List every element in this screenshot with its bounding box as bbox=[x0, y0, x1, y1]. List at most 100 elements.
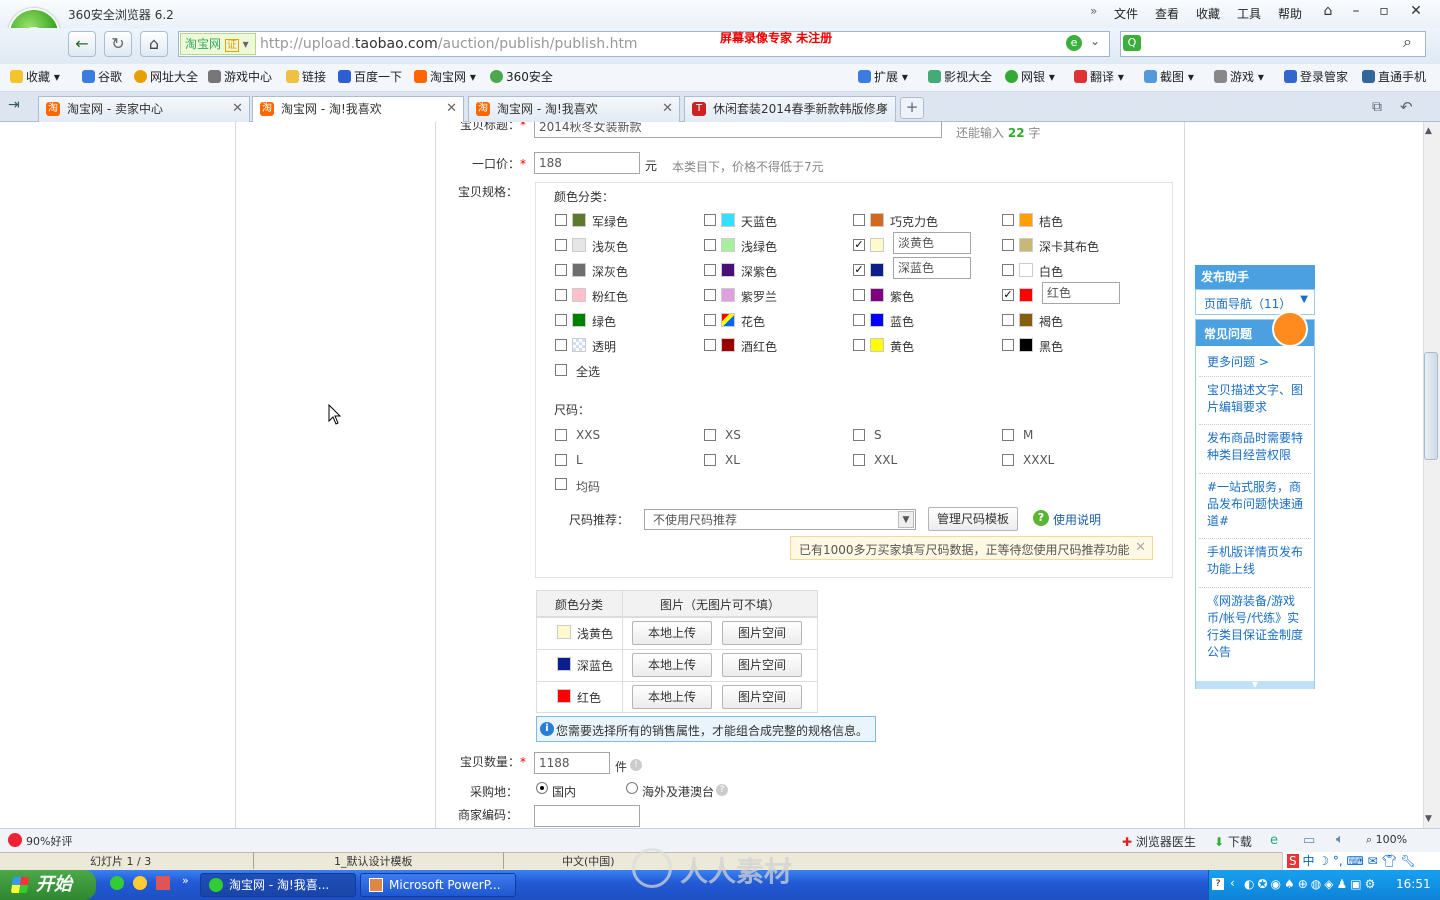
fav-phone[interactable]: 直通手机 bbox=[1362, 68, 1426, 85]
color-checkbox[interactable]: ✓ bbox=[1002, 289, 1014, 301]
help-icon[interactable]: ! bbox=[630, 759, 642, 771]
help-icon[interactable]: ? bbox=[1212, 878, 1224, 890]
fav-baidu[interactable]: 百度一下 bbox=[338, 68, 402, 85]
start-button[interactable]: 开始 bbox=[0, 870, 96, 900]
address-dropdown-icon[interactable]: ⌄ bbox=[1090, 34, 1100, 48]
color-checkbox[interactable] bbox=[704, 289, 716, 301]
refresh-button[interactable]: ↻ bbox=[104, 31, 132, 57]
scrollbar-thumb[interactable] bbox=[1424, 352, 1438, 460]
menu-view[interactable]: 查看 bbox=[1155, 5, 1179, 22]
size-checkbox[interactable] bbox=[1002, 429, 1014, 441]
faq-item[interactable]: 宝贝描述文字、图片编辑要求 bbox=[1207, 382, 1307, 416]
fav-google[interactable]: 谷歌 bbox=[82, 68, 122, 85]
fav-screenshot[interactable]: 截图 ▾ bbox=[1144, 68, 1194, 85]
tab-seller-center[interactable]: 淘淘宝网 - 卖家中心 ✕ bbox=[38, 96, 250, 122]
fav-bank[interactable]: 网银 ▾ bbox=[1005, 68, 1055, 85]
url-text[interactable]: http://upload.taobao.com/auction/publish… bbox=[260, 36, 638, 52]
color-checkbox[interactable] bbox=[555, 214, 567, 226]
local-upload-button[interactable]: 本地上传 bbox=[632, 685, 712, 709]
qty-input[interactable]: 1188 bbox=[534, 752, 610, 774]
color-checkbox[interactable]: ✓ bbox=[853, 264, 865, 276]
new-tab-button[interactable]: + bbox=[900, 97, 924, 119]
color-checkbox[interactable] bbox=[555, 314, 567, 326]
minimize-button[interactable]: – bbox=[1345, 3, 1367, 21]
local-upload-button[interactable]: 本地上传 bbox=[632, 621, 712, 645]
scroll-down-icon[interactable]: ▼ bbox=[1196, 681, 1314, 689]
scroll-down-icon[interactable]: ▼ bbox=[1425, 814, 1432, 824]
color-checkbox[interactable] bbox=[704, 339, 716, 351]
fav-extensions[interactable]: 扩展 ▾ bbox=[858, 68, 908, 85]
origin-domestic-radio[interactable] bbox=[536, 782, 548, 794]
quicklaunch-browser-icon[interactable] bbox=[110, 876, 124, 890]
close-button[interactable]: ✕ bbox=[1405, 3, 1427, 21]
size-rec-select[interactable]: 不使用尺码推荐 ▼ bbox=[644, 509, 916, 530]
helper-nav[interactable]: 页面导航（11） ▼ bbox=[1195, 289, 1315, 315]
restore-icon[interactable]: ⧉ bbox=[1372, 99, 1382, 115]
faq-item[interactable]: 《网游装备/游戏币/帐号/代练》实行类目保证金制度公告 bbox=[1207, 593, 1307, 661]
rating-text[interactable]: 90%好评 bbox=[26, 833, 72, 849]
color-checkbox[interactable] bbox=[853, 214, 865, 226]
price-input[interactable]: 188 bbox=[534, 152, 640, 174]
close-icon[interactable]: ✕ bbox=[1135, 540, 1146, 555]
double-chevron-icon[interactable]: » bbox=[1090, 4, 1097, 18]
sidebar-toggle-icon[interactable]: ⇥ bbox=[8, 97, 20, 113]
tab-active[interactable]: 淘淘宝网 - 淘!我喜欢 ✕ bbox=[252, 96, 464, 123]
color-checkbox[interactable] bbox=[1002, 214, 1014, 226]
search-input[interactable] bbox=[1120, 31, 1426, 57]
color-checkbox[interactable]: ✓ bbox=[853, 239, 865, 251]
fav-360[interactable]: 360安全 bbox=[490, 68, 553, 85]
chevron-down-icon[interactable]: ▼ bbox=[1300, 294, 1308, 305]
select-all-checkbox[interactable] bbox=[555, 364, 567, 376]
page-scrollbar[interactable] bbox=[1423, 122, 1440, 828]
volume-icon[interactable]: 🔈︎ bbox=[1336, 832, 1344, 847]
browser-doctor[interactable]: ✚ 浏览器医生 bbox=[1122, 833, 1196, 850]
image-space-button[interactable]: 图片空间 bbox=[722, 685, 802, 709]
taskbar-item-powerpoint[interactable]: Microsoft PowerP... bbox=[360, 873, 516, 897]
fav-site-directory[interactable]: 网址大全 bbox=[134, 68, 198, 85]
manage-size-template-button[interactable]: 管理尺码模板 bbox=[928, 507, 1018, 531]
taskbar-item-browser[interactable]: 淘宝网 - 淘!我喜... bbox=[200, 873, 356, 897]
search-icon[interactable]: ⌕ bbox=[1403, 32, 1412, 52]
home-button[interactable]: ⌂ bbox=[140, 31, 168, 57]
color-checkbox[interactable] bbox=[555, 339, 567, 351]
faq-item[interactable]: #一站式服务，商品发布问题快速通道# bbox=[1207, 479, 1307, 530]
quicklaunch-more-icon[interactable]: » bbox=[182, 874, 189, 887]
color-checkbox[interactable] bbox=[704, 214, 716, 226]
color-checkbox[interactable] bbox=[555, 264, 567, 276]
fav-links[interactable]: 链接 bbox=[286, 68, 326, 85]
tab-product[interactable]: T 休闲套装2014春季新款韩版修身 ✕ bbox=[684, 96, 896, 122]
fav-game-center[interactable]: 游戏中心 bbox=[208, 68, 272, 85]
color-name-input[interactable]: 深蓝色 bbox=[893, 257, 971, 279]
close-tab-icon[interactable]: ✕ bbox=[878, 97, 889, 121]
ime-toolbar[interactable]: S 中 ☽ °, ⌨ ✉ 👕︎ 🔧︎ bbox=[1282, 852, 1440, 870]
color-checkbox[interactable] bbox=[853, 339, 865, 351]
menu-help[interactable]: 帮助 bbox=[1278, 5, 1302, 22]
color-checkbox[interactable] bbox=[555, 239, 567, 251]
search-engine-icon[interactable]: Q bbox=[1123, 35, 1141, 51]
size-checkbox[interactable] bbox=[853, 429, 865, 441]
chevron-down-icon[interactable]: ▾ bbox=[243, 37, 249, 51]
size-checkbox[interactable] bbox=[853, 454, 865, 466]
scroll-up-icon[interactable]: ▲ bbox=[1425, 126, 1432, 136]
faq-item[interactable]: 发布商品时需要特种类目经营权限 bbox=[1207, 430, 1307, 464]
local-upload-button[interactable]: 本地上传 bbox=[632, 653, 712, 677]
close-tab-icon[interactable]: ✕ bbox=[232, 97, 243, 121]
close-tab-icon[interactable]: ✕ bbox=[446, 97, 457, 121]
zoom-level[interactable]: ⌕ 100% bbox=[1366, 833, 1407, 847]
color-name-input[interactable]: 红色 bbox=[1042, 282, 1120, 304]
site-tag[interactable]: 淘宝网 证 ▾ bbox=[180, 33, 256, 55]
back-button[interactable]: ← bbox=[68, 31, 96, 57]
color-checkbox[interactable] bbox=[704, 239, 716, 251]
tray-icons[interactable]: ◐✪◉♠⊕◍◈♟▣⚙ bbox=[1244, 877, 1378, 891]
undo-close-icon[interactable]: ↶ bbox=[1400, 98, 1413, 116]
window-icon[interactable]: ▭ bbox=[1303, 833, 1315, 848]
quicklaunch-360-icon[interactable] bbox=[133, 876, 147, 890]
color-checkbox[interactable] bbox=[853, 314, 865, 326]
quicklaunch-app-icon[interactable] bbox=[156, 876, 170, 890]
size-checkbox[interactable] bbox=[555, 454, 567, 466]
color-checkbox[interactable] bbox=[704, 264, 716, 276]
tab-favorites[interactable]: 淘淘宝网 - 淘!我喜欢 ✕ bbox=[468, 96, 680, 122]
ie-icon[interactable]: e bbox=[1270, 833, 1278, 848]
origin-overseas-radio[interactable] bbox=[626, 782, 638, 794]
fav-login-manager[interactable]: 登录管家 bbox=[1284, 68, 1348, 85]
